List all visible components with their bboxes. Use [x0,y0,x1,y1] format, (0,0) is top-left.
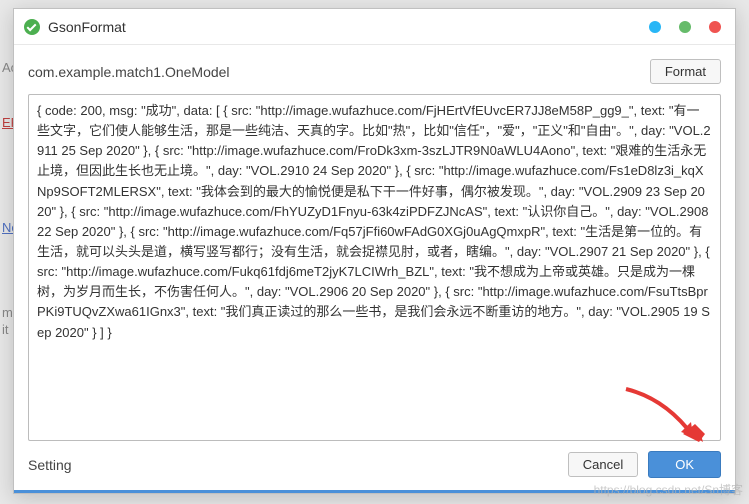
window-title: GsonFormat [48,19,649,35]
maximize-icon[interactable] [679,21,691,33]
setting-link[interactable]: Setting [28,457,72,473]
titlebar: GsonFormat [14,9,735,45]
watermark-text: https://blog.csdn.net/Sn博客 [594,481,743,498]
cancel-button[interactable]: Cancel [568,452,638,477]
minimize-icon[interactable] [649,21,661,33]
gsonformat-dialog: GsonFormat com.example.match1.OneModel F… [13,8,736,494]
close-icon[interactable] [709,21,721,33]
ok-button[interactable]: OK [648,451,721,478]
app-icon [24,19,40,35]
header-row: com.example.match1.OneModel Format [14,45,735,94]
format-button[interactable]: Format [650,59,721,84]
json-textarea[interactable]: { code: 200, msg: "成功", data: [ { src: "… [28,94,721,441]
window-controls [649,21,721,33]
class-name-label: com.example.match1.OneModel [28,64,640,80]
